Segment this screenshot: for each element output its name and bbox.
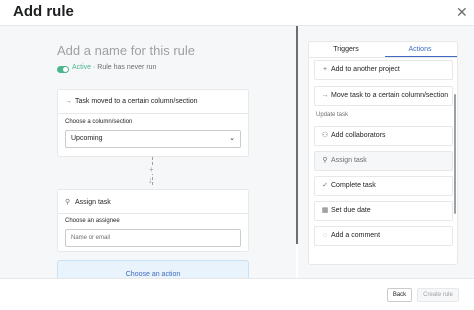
action-assign-task[interactable]: ⚲ Assign task xyxy=(314,151,453,171)
column-select[interactable]: Upcoming ⌄ xyxy=(65,130,241,148)
trigger-card-header: → Task moved to a certain column/section xyxy=(65,98,198,105)
action-set-due-date[interactable]: ▦ Set due date xyxy=(314,201,453,221)
action-label: Add to another project xyxy=(331,66,400,73)
side-panel: Triggers Actions + Add to another project… xyxy=(298,26,474,278)
action-card[interactable]: ⚲ Assign task Choose an assignee Name or … xyxy=(57,189,249,252)
action-label: Move task to a certain column/section xyxy=(331,92,449,99)
action-add-comment[interactable]: ◌ Add a comment xyxy=(314,226,453,246)
action-add-collaborators[interactable]: ⚇ Add collaborators xyxy=(314,126,453,146)
toggle-knob xyxy=(63,67,68,72)
assignee-input[interactable]: Name or email xyxy=(65,229,241,247)
assignee-field-label: Choose an assignee xyxy=(65,218,120,224)
check-circle-icon: ✓ xyxy=(322,182,328,189)
rule-name-input[interactable]: Add a name for this rule xyxy=(57,43,195,58)
rule-status: Active · Rule has never run xyxy=(72,64,156,71)
action-label: Assign task xyxy=(331,157,367,164)
action-label: Add a comment xyxy=(331,232,381,239)
action-card-header: ⚲ Assign task xyxy=(65,198,111,206)
action-label: Add collaborators xyxy=(331,132,386,139)
trigger-title: Task moved to a certain column/section xyxy=(75,98,198,105)
rule-builder: Add a name for this rule Active · Rule h… xyxy=(0,26,296,278)
column-select-value: Upcoming xyxy=(71,135,103,142)
action-label: Set due date xyxy=(331,207,371,214)
action-move-task[interactable]: → Move task to a certain column/section xyxy=(314,86,453,106)
action-add-to-project[interactable]: + Add to another project xyxy=(314,60,453,80)
calendar-icon: ▦ xyxy=(321,207,329,214)
section-label-update-task: Update task xyxy=(316,112,349,118)
divider xyxy=(58,113,248,114)
arrow-right-icon: → xyxy=(65,98,72,105)
column-field-label: Choose a column/section xyxy=(65,119,133,125)
action-complete-task[interactable]: ✓ Complete task xyxy=(314,176,453,196)
create-rule-button[interactable]: Create rule xyxy=(417,288,459,302)
tab-actions[interactable]: Actions xyxy=(385,46,455,53)
tabs-border xyxy=(309,57,457,58)
plus-icon: + xyxy=(322,66,328,73)
back-button[interactable]: Back xyxy=(387,288,412,302)
comment-icon: ◌ xyxy=(322,232,328,239)
person-icon: ⚲ xyxy=(322,157,328,164)
trigger-card[interactable]: → Task moved to a certain column/section … xyxy=(57,89,249,157)
actions-panel: Triggers Actions + Add to another project… xyxy=(308,41,458,265)
arrow-down-icon: ↓ xyxy=(148,175,153,185)
add-step-icon[interactable]: + xyxy=(149,166,154,174)
collaborators-icon: ⚇ xyxy=(321,132,329,139)
panel-scrollbar[interactable] xyxy=(454,94,456,214)
status-active: Active xyxy=(72,64,92,71)
tab-triggers[interactable]: Triggers xyxy=(311,46,381,53)
divider xyxy=(58,213,248,214)
close-icon[interactable]: ✕ xyxy=(456,4,468,20)
choose-action-button[interactable]: Choose an action xyxy=(57,260,249,278)
action-title: Assign task xyxy=(75,199,111,206)
dialog-title: Add rule xyxy=(13,3,74,20)
dialog-footer: Back Create rule xyxy=(0,278,474,310)
active-toggle[interactable] xyxy=(57,66,69,73)
dialog-header: Add rule ✕ xyxy=(0,0,474,26)
chevron-down-icon: ⌄ xyxy=(229,135,235,142)
arrow-right-icon: → xyxy=(321,92,329,99)
person-icon: ⚲ xyxy=(65,199,71,206)
status-text: Rule has never run xyxy=(97,64,157,71)
action-label: Complete task xyxy=(331,182,376,189)
